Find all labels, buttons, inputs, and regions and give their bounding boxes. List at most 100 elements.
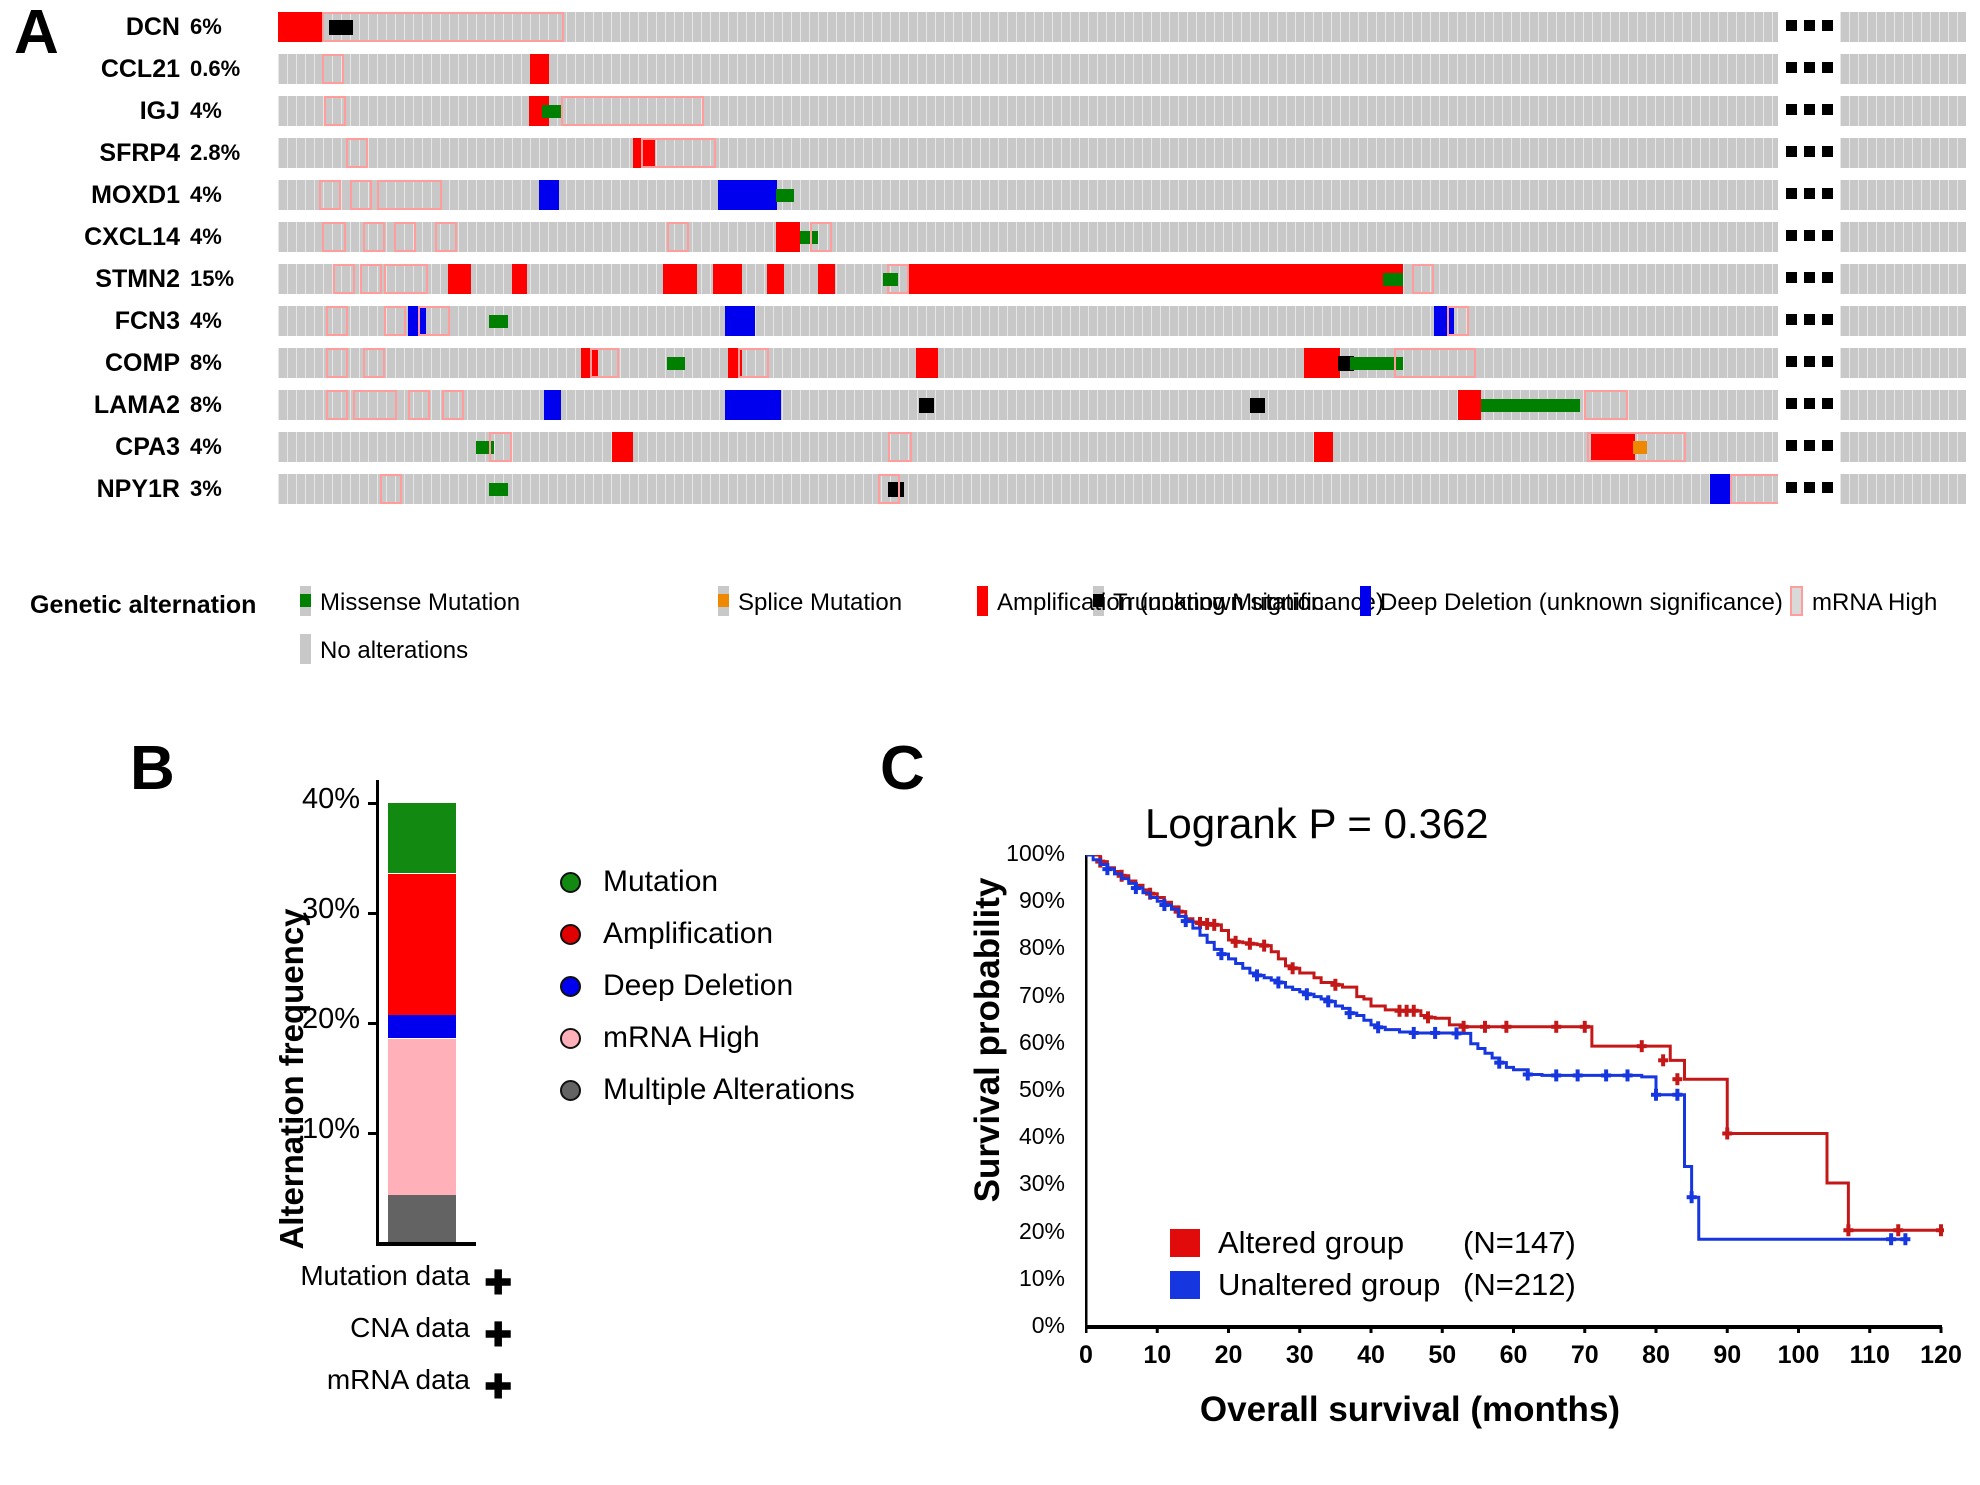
multiple-dot-icon	[560, 1079, 581, 1101]
legend-item-del: Deep Deletion (unknown significance)	[1360, 586, 1783, 622]
km-x-tick-label: 80	[1642, 1341, 1670, 1369]
alteration-mrna	[376, 180, 442, 210]
gene-label: CCL21	[100, 55, 180, 83]
bar-legend-label: Multiple Alterations	[603, 1073, 855, 1106]
bar-y-tick-mark	[368, 1022, 379, 1025]
alteration-mis	[1481, 399, 1581, 412]
mutation-dot-icon	[560, 871, 581, 893]
gene-alteration-percent: 4%	[190, 224, 222, 249]
plus-icon: ✚	[484, 1368, 512, 1405]
oncoprint-track	[278, 348, 1778, 378]
alteration-mis	[542, 105, 561, 118]
km-legend-item: Altered group (N=147)	[1170, 1225, 1576, 1267]
km-x-tick-label: 40	[1357, 1341, 1385, 1369]
alteration-amp	[775, 222, 800, 252]
bar-y-tick-label: 30%	[301, 893, 360, 925]
mrnahigh-dot-icon	[560, 1027, 581, 1049]
oncoprint-track-tail	[1840, 432, 1966, 462]
gene-label: CXCL14	[84, 223, 180, 251]
oncoprint-ellipsis	[1786, 482, 1834, 496]
alteration-mis	[666, 357, 686, 370]
bar-segment-mutation	[388, 803, 456, 874]
km-y-tick-label: 80%	[1018, 934, 1065, 961]
alteration-mrna	[359, 264, 382, 294]
bar-legend-label: Amplification	[603, 917, 774, 950]
alteration-amp	[712, 264, 742, 294]
logrank-p-value: Logrank P = 0.362	[1145, 800, 1489, 847]
sample-column-grid	[1840, 180, 1966, 210]
oncoprint-track-tail	[1840, 306, 1966, 336]
splice-swatch-icon	[718, 586, 729, 616]
gene-label: STMN2	[95, 265, 180, 293]
sample-column-grid	[1840, 96, 1966, 126]
oncoprint-ellipsis	[1786, 440, 1834, 454]
gene-alteration-percent: 15%	[190, 266, 235, 291]
alteration-mrna	[560, 96, 705, 126]
data-availability-row: CNA data ✚	[130, 1312, 520, 1364]
oncoprint-ellipsis	[1786, 146, 1834, 160]
alteration-amp	[915, 348, 938, 378]
mis-swatch-icon	[300, 586, 311, 616]
legend-item-amp: Amplification (unknown significance)	[977, 586, 1384, 622]
km-legend-series-name: Unaltered group	[1218, 1267, 1441, 1302]
km-legend-item: Unaltered group (N=212)	[1170, 1267, 1576, 1309]
alteration-mrna	[383, 264, 428, 294]
gene-alteration-percent: 6%	[190, 14, 222, 39]
alteration-mrna	[489, 432, 512, 462]
gene-alteration-percent: 4%	[190, 98, 222, 123]
sample-column-grid	[1840, 306, 1966, 336]
legend-item-splice: Splice Mutation	[718, 586, 902, 622]
km-x-axis-label: Overall survival (months)	[1199, 1390, 1621, 1429]
alteration-amp	[1314, 432, 1334, 462]
oncoprint-track	[278, 12, 1778, 42]
km-x-tick-label: 120	[1920, 1341, 1962, 1369]
km-x-tick-label: 0	[1079, 1341, 1093, 1369]
km-y-tick-label: 50%	[1018, 1076, 1065, 1102]
gene-alteration-percent: 4%	[190, 308, 222, 333]
bar-legend-item-mutation: Mutation	[560, 865, 860, 917]
oncoprint-track-tail	[1840, 12, 1966, 42]
oncoprint-track-tail	[1840, 390, 1966, 420]
sample-column-grid	[278, 54, 1778, 84]
alteration-mrna	[353, 390, 398, 420]
alteration-mrna	[1587, 432, 1686, 462]
km-y-tick-label: 90%	[1018, 887, 1065, 914]
gene-label: SFRP4	[99, 139, 180, 167]
alteration-mrna	[1394, 348, 1477, 378]
sample-column-grid	[1840, 474, 1966, 504]
bar-chart-data-availability: Mutation data ✚ CNA data ✚ mRNA data ✚	[130, 1260, 520, 1416]
alteration-mrna	[434, 222, 457, 252]
oncoprint-ellipsis	[1786, 230, 1834, 244]
alteration-amp	[530, 54, 550, 84]
oncoprint-row: NPY1R 3%	[0, 468, 1980, 510]
bar-legend-label: Mutation	[603, 865, 719, 898]
deletion-dot-icon	[560, 975, 581, 997]
alteration-mrna	[363, 222, 386, 252]
km-legend: Altered group (N=147) Unaltered group (N=21…	[1170, 1225, 1576, 1309]
alteration-mrna	[349, 180, 372, 210]
bar-legend-label: mRNA High	[603, 1021, 760, 1054]
alteration-mrna	[1583, 390, 1628, 420]
alteration-amp	[818, 264, 836, 294]
bar-legend-label: Deep Deletion	[603, 969, 794, 1002]
gene-alteration-percent: 0.6%	[190, 56, 241, 81]
alteration-trunc	[918, 398, 935, 413]
alteration-mrna	[738, 348, 769, 378]
oncoprint-ellipsis	[1786, 188, 1834, 202]
gene-label: MOXD1	[91, 181, 180, 209]
alteration-mrna	[878, 474, 901, 504]
alteration-mrna	[322, 12, 565, 42]
gene-alteration-percent: 2.8%	[190, 140, 241, 165]
alteration-mis	[489, 483, 509, 496]
oncoprint-ellipsis	[1786, 356, 1834, 370]
bar-legend-item-deletion: Deep Deletion	[560, 969, 860, 1021]
alteration-mrna	[393, 222, 417, 252]
km-legend-series-count: (N=212)	[1463, 1267, 1576, 1302]
bar-y-tick-mark	[368, 1132, 379, 1135]
km-x-tick-label: 30	[1285, 1341, 1314, 1369]
alteration-mrna	[666, 222, 689, 252]
alteration-mrna	[407, 390, 430, 420]
oncoprint-row: STMN2 15%	[0, 258, 1980, 300]
km-y-tick-label: 100%	[1006, 840, 1065, 866]
alteration-mrna	[322, 54, 345, 84]
